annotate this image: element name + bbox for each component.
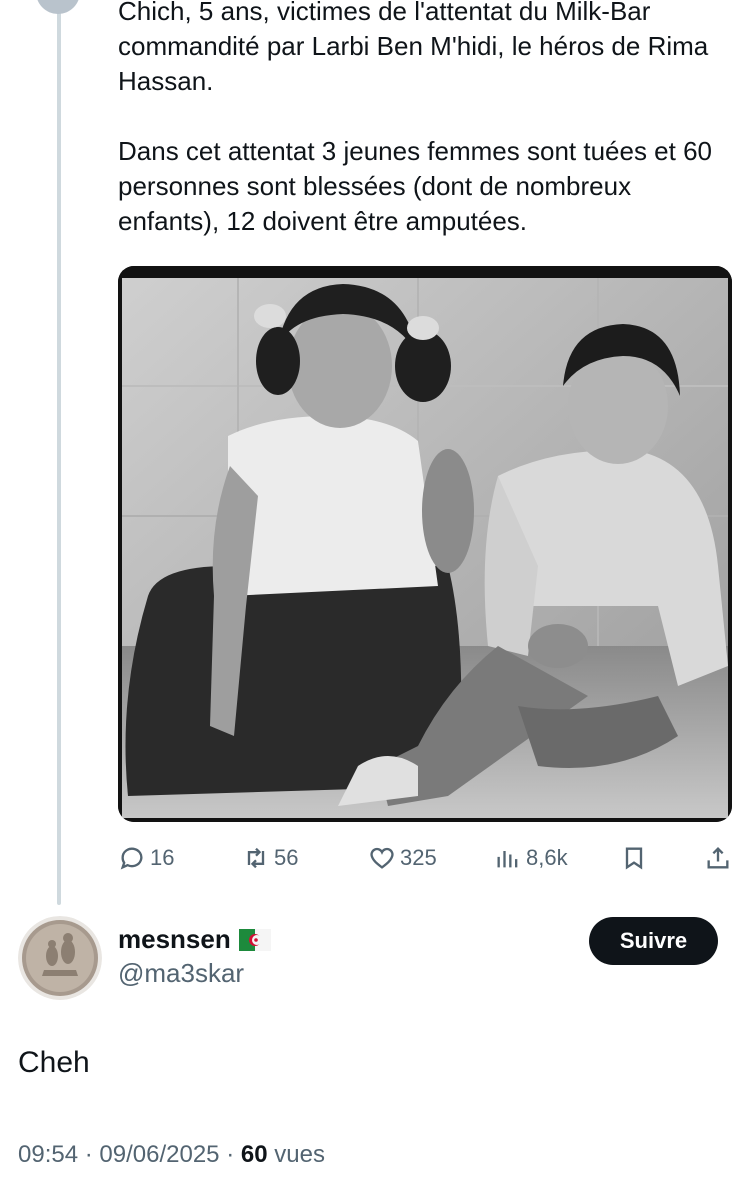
thread-line <box>57 0 61 905</box>
reply-button[interactable]: 16 <box>118 838 174 878</box>
heart-icon <box>370 847 394 869</box>
reply-icon <box>120 847 143 870</box>
tweet-paragraph-2: Dans cet attentat 3 jeunes femmes sont t… <box>118 136 713 236</box>
meta-separator: · <box>84 1141 93 1168</box>
tweet-text: Chich, 5 ans, victimes de l'attentat du … <box>118 0 728 239</box>
views-icon <box>497 851 518 868</box>
views-button[interactable]: 8,6k <box>494 838 568 878</box>
reply-views-count[interactable]: 60 <box>241 1141 268 1168</box>
medal-avatar-image <box>18 916 102 1000</box>
reply-date[interactable]: 09/06/2025 <box>99 1141 219 1168</box>
follow-button[interactable]: Suivre <box>589 917 718 965</box>
bookmark-icon <box>625 847 643 870</box>
share-icon <box>707 847 729 869</box>
photo-image <box>118 266 732 822</box>
reply-views-label: vues <box>274 1141 325 1168</box>
user-handle[interactable]: @ma3skar <box>118 958 244 989</box>
reply-count: 16 <box>150 845 175 870</box>
tweet-paragraph-1: Chich, 5 ans, victimes de l'attentat du … <box>118 0 709 96</box>
retweet-button[interactable]: 56 <box>242 838 298 878</box>
share-button[interactable] <box>704 838 732 878</box>
reply-time[interactable]: 09:54 <box>18 1141 78 1168</box>
avatar[interactable] <box>36 0 80 14</box>
meta-separator: · <box>226 1141 235 1168</box>
reply-text: Cheh <box>18 1046 90 1079</box>
tweet-actions: 16 56 325 8,6k <box>118 838 732 878</box>
tweet-photo[interactable] <box>118 266 732 822</box>
views-count: 8,6k <box>526 845 568 870</box>
like-button[interactable]: 325 <box>368 838 437 878</box>
retweet-icon <box>247 847 265 869</box>
reply-meta: 09:54 · 09/06/2025 · 60 vues <box>18 1141 325 1169</box>
reply-user-name[interactable]: mesnsen <box>118 924 271 955</box>
algeria-flag-icon <box>238 928 271 951</box>
reply-avatar[interactable] <box>18 916 102 1000</box>
bookmark-button[interactable] <box>620 838 648 878</box>
retweet-count: 56 <box>274 845 299 870</box>
display-name[interactable]: mesnsen <box>118 924 231 955</box>
like-count: 325 <box>400 845 437 870</box>
